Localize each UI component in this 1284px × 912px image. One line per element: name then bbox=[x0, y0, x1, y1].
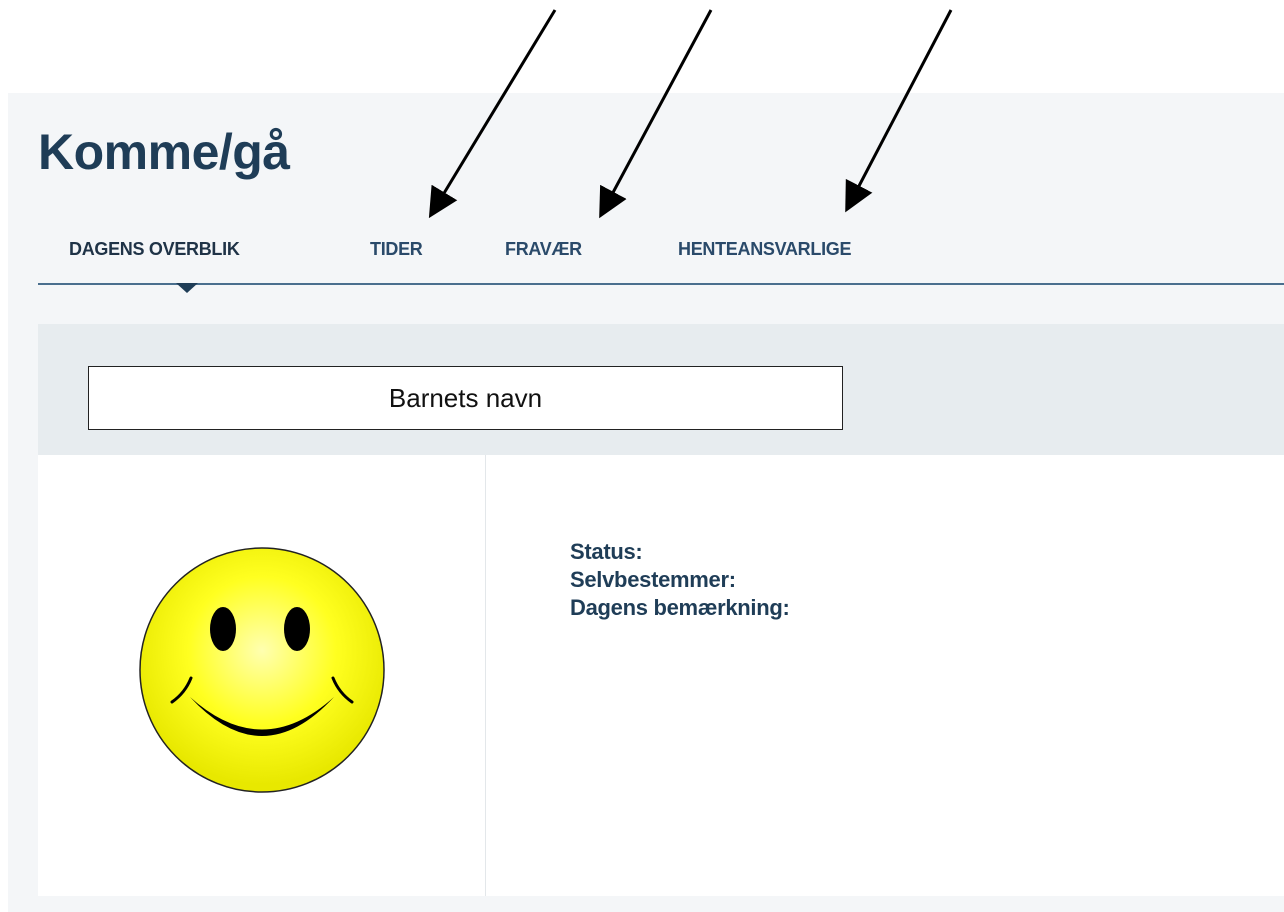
tab-bar: DAGENS OVERBLIK TIDER FRAVÆR HENTEANSVAR… bbox=[38, 239, 1284, 293]
tab-henteansvarlige[interactable]: HENTEANSVARLIGE bbox=[678, 239, 851, 260]
child-name: Barnets navn bbox=[88, 366, 843, 430]
page-container: Komme/gå DAGENS OVERBLIK TIDER FRAVÆR HE… bbox=[8, 93, 1284, 912]
tab-dagens-overblik[interactable]: DAGENS OVERBLIK bbox=[69, 239, 240, 260]
status-label: Status: bbox=[570, 539, 643, 564]
tab-tider[interactable]: TIDER bbox=[370, 239, 423, 260]
self-determiner-label: Selvbestemmer: bbox=[570, 567, 736, 592]
smiley-face-icon bbox=[139, 547, 385, 793]
avatar-panel bbox=[38, 455, 486, 896]
page-title: Komme/gå bbox=[38, 124, 290, 180]
active-tab-indicator bbox=[176, 283, 198, 293]
child-info: Status: Selvbestemmer: Dagens bemærkning… bbox=[570, 538, 790, 622]
daily-note-label: Dagens bemærkning: bbox=[570, 595, 790, 620]
tab-fravaer[interactable]: FRAVÆR bbox=[505, 239, 582, 260]
child-header: Barnets navn bbox=[38, 324, 1284, 455]
child-card: Status: Selvbestemmer: Dagens bemærkning… bbox=[38, 455, 1284, 896]
